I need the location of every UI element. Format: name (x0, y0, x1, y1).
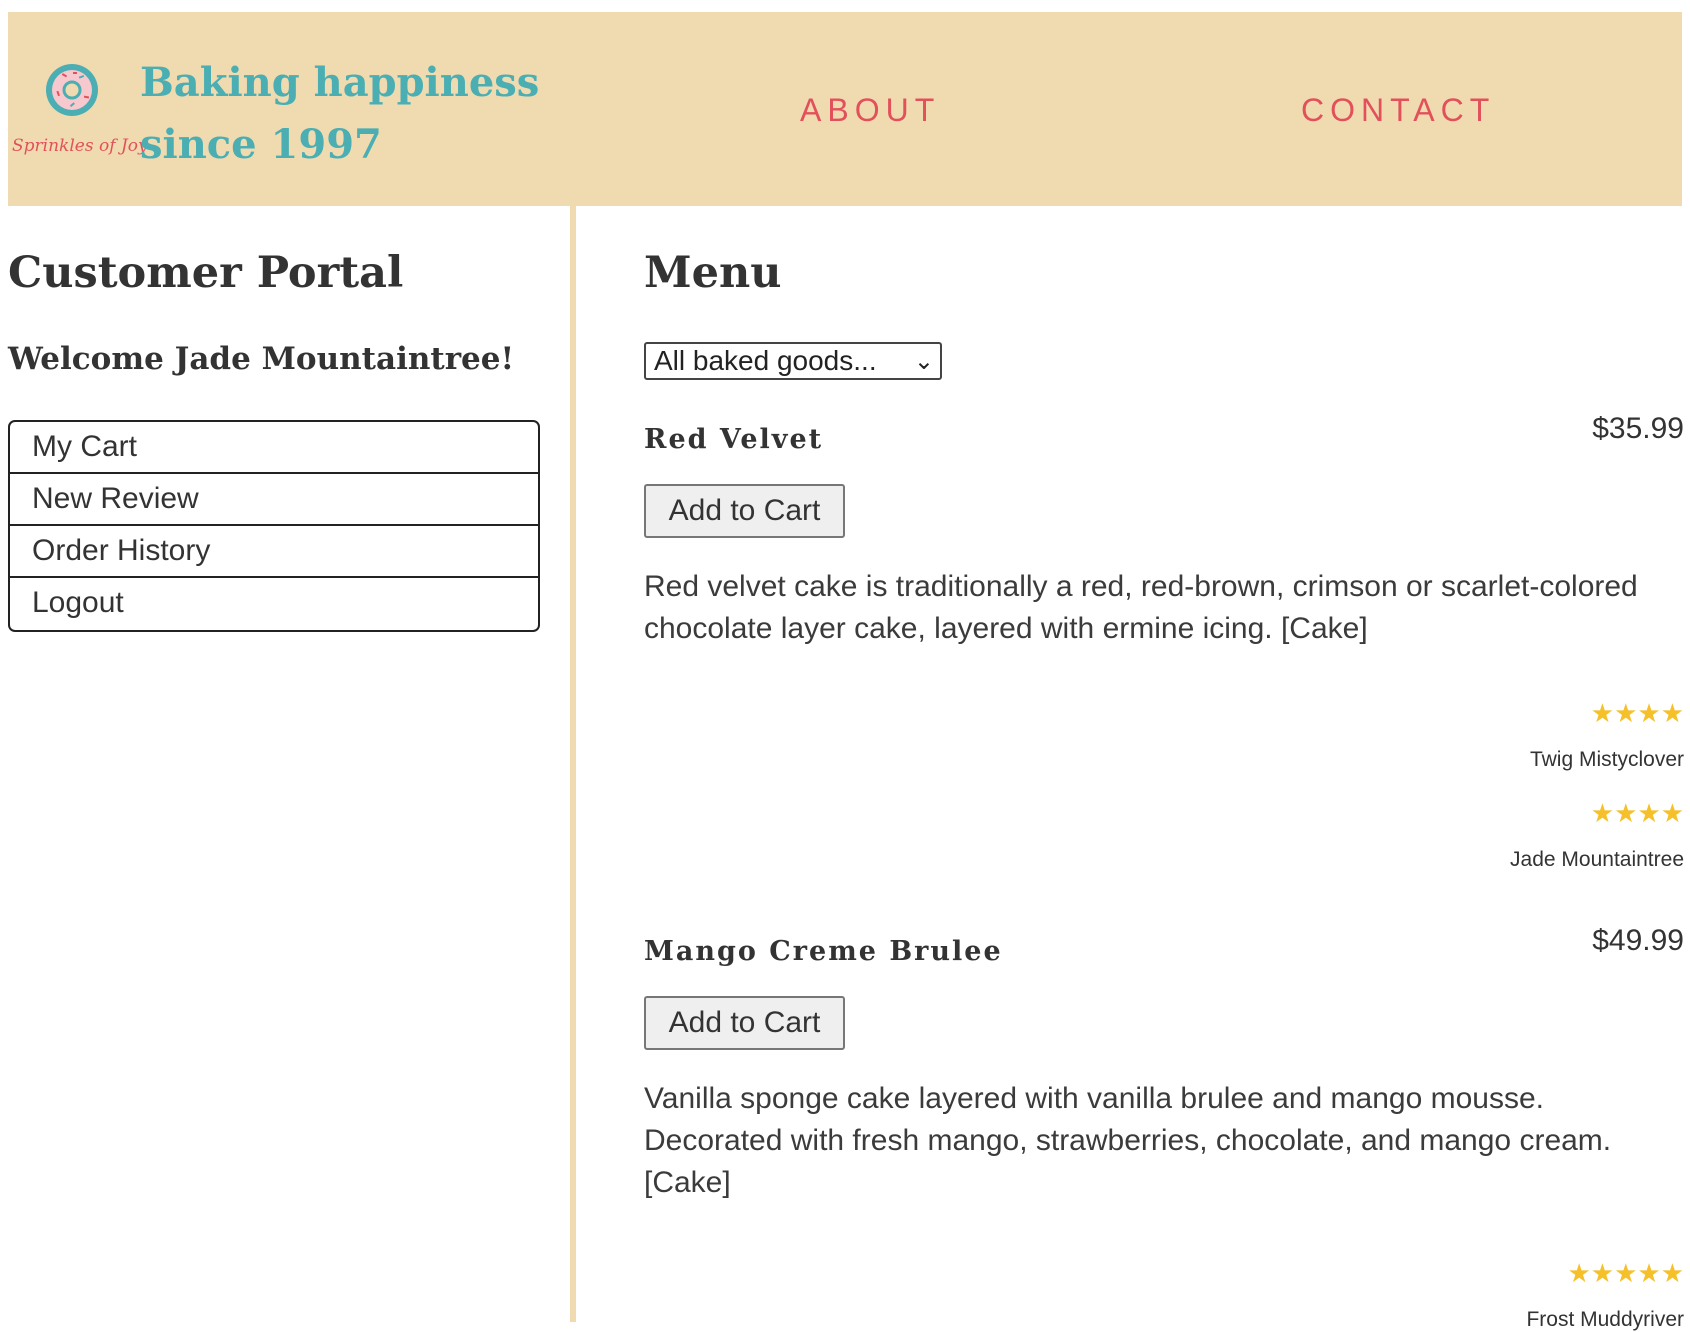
review: ★★★★ Twig Mistyclover (1530, 700, 1684, 772)
product-name: Red Velvet (644, 424, 824, 455)
product-price: $35.99 (1592, 412, 1684, 445)
menu-title: Menu (644, 248, 782, 298)
menu-item-new-review[interactable]: New Review (10, 474, 538, 526)
reviewer-name: Frost Muddyriver (1526, 1308, 1684, 1331)
menu-item-my-cart[interactable]: My Cart (10, 422, 538, 474)
donut-icon (46, 64, 98, 116)
site-header: Sprinkles of Joy Baking happiness since … (8, 12, 1682, 206)
menu-item-order-history[interactable]: Order History (10, 526, 538, 578)
nav-about-link[interactable]: ABOUT (800, 92, 940, 129)
column-divider (570, 206, 576, 1322)
star-rating: ★★★★ (1590, 798, 1684, 828)
reviewer-name: Twig Mistyclover (1529, 748, 1684, 771)
category-select[interactable]: All baked goods... ⌄ (644, 342, 942, 380)
menu-item-logout[interactable]: Logout (10, 578, 538, 630)
product-price: $49.99 (1592, 924, 1684, 957)
category-select-value: All baked goods... (654, 345, 877, 376)
reviewer-name: Jade Mountaintree (1510, 848, 1684, 871)
nav-contact-link[interactable]: CONTACT (1301, 92, 1495, 129)
logo-text: Sprinkles of Joy (12, 136, 148, 156)
product-description: Red velvet cake is traditionally a red, … (644, 570, 1638, 645)
add-to-cart-button[interactable]: Add to Cart (644, 996, 845, 1050)
product-description: Vanilla sponge cake layered with vanilla… (644, 1082, 1612, 1199)
add-to-cart-button[interactable]: Add to Cart (644, 484, 845, 538)
chevron-down-icon: ⌄ (913, 348, 934, 375)
star-rating: ★★★★ (1590, 698, 1684, 728)
review: ★★★★★ Frost Muddyriver (1526, 1260, 1684, 1332)
star-rating: ★★★★★ (1567, 1258, 1684, 1288)
review: ★★★★ Jade Mountaintree (1510, 800, 1684, 872)
header-tagline: Baking happiness since 1997 (140, 59, 540, 168)
donut-logo[interactable]: Sprinkles of Joy (12, 64, 148, 184)
portal-title: Customer Portal (8, 248, 404, 298)
portal-menu: My Cart New Review Order History Logout (8, 420, 540, 632)
welcome-message: Welcome Jade Mountaintree! (8, 341, 515, 377)
product-name: Mango Creme Brulee (644, 936, 1003, 967)
